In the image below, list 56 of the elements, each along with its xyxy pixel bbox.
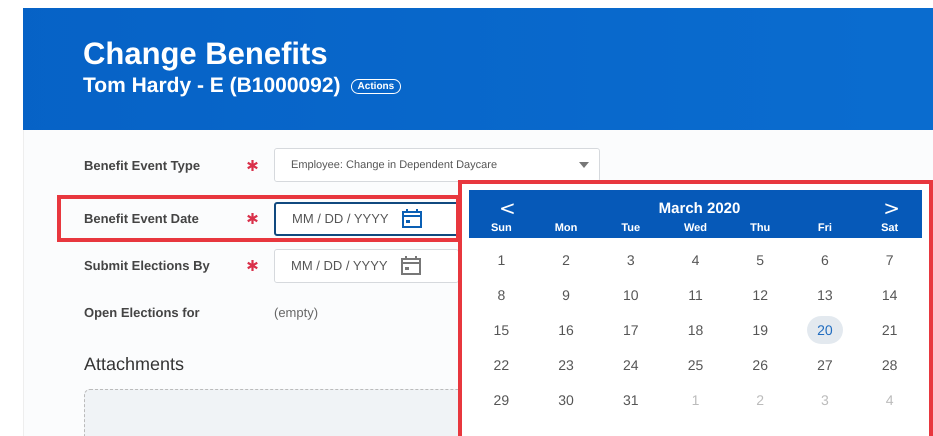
calendar-day[interactable]: 8 xyxy=(483,280,520,308)
previous-month-button[interactable]: < xyxy=(499,196,516,220)
calendar-day[interactable]: 5 xyxy=(742,246,778,274)
section-title: Attachments xyxy=(84,354,184,375)
weekday-label: Sat xyxy=(881,222,898,234)
calendar-day[interactable]: 18 xyxy=(677,316,714,344)
calendar-icon[interactable] xyxy=(400,256,422,276)
calendar-day[interactable]: 6 xyxy=(806,246,843,274)
weekday-label: Mon xyxy=(554,222,578,234)
calendar-day[interactable]: 17 xyxy=(612,316,649,344)
calendar-day[interactable]: 21 xyxy=(872,316,908,344)
calendar-day[interactable]: 31 xyxy=(612,386,649,414)
calendar-day[interactable]: 9 xyxy=(548,280,584,308)
field-value: (empty) xyxy=(274,305,318,320)
calendar-day[interactable]: 27 xyxy=(806,350,843,378)
field-label: Open Elections for xyxy=(84,305,201,320)
calendar-day[interactable]: 3 xyxy=(612,246,649,274)
calendar-day[interactable]: 29 xyxy=(483,386,520,414)
calendar-day[interactable]: 1 xyxy=(483,246,520,274)
select-field[interactable]: Employee: Change in Dependent Daycare xyxy=(274,148,600,182)
caret-icon xyxy=(579,162,589,168)
calendar-day[interactable]: 23 xyxy=(548,350,584,378)
calendar-day[interactable]: 2 xyxy=(548,246,584,274)
calendar-icon[interactable] xyxy=(400,208,423,228)
calendar-day[interactable]: 4 xyxy=(677,246,714,274)
weekday-label: Tue xyxy=(621,222,640,234)
month-title: March 2020 xyxy=(658,200,740,216)
employee-name: Tom Hardy - E (B1000092) xyxy=(83,74,341,98)
calendar-day[interactable]: 20 xyxy=(806,316,843,344)
calendar-day[interactable]: 30 xyxy=(548,386,584,414)
actions-button[interactable]: Actions xyxy=(350,78,402,94)
weekday-label: Fri xyxy=(818,222,832,234)
weekday-label: Thu xyxy=(750,222,770,234)
calendar-day[interactable]: 26 xyxy=(742,350,778,378)
calendar-day[interactable]: 22 xyxy=(483,350,520,378)
calendar-day[interactable]: 28 xyxy=(872,350,908,378)
calendar-day[interactable]: 25 xyxy=(677,350,714,378)
next-month-button[interactable]: > xyxy=(883,196,900,220)
field-label: Benefit Event Date xyxy=(84,211,200,226)
weekday-label: Sun xyxy=(490,222,512,234)
calendar-day[interactable]: 14 xyxy=(872,280,908,308)
calendar-day[interactable]: 11 xyxy=(677,280,714,308)
calendar-day[interactable]: 15 xyxy=(483,316,520,344)
date-field[interactable]: MM / DD / YYYY xyxy=(274,202,459,236)
field-label: Benefit Event Type xyxy=(84,158,202,172)
calendar-day[interactable]: 10 xyxy=(612,280,649,308)
calendar-day[interactable]: 7 xyxy=(872,246,908,274)
page-title: Change Benefits xyxy=(83,36,329,72)
calendar-day[interactable]: 16 xyxy=(548,316,584,344)
date-field[interactable]: MM / DD / YYYY xyxy=(274,248,459,282)
calendar-day[interactable]: 12 xyxy=(742,280,778,308)
calendar-day[interactable]: 19 xyxy=(742,316,778,344)
field-label: Submit Elections By xyxy=(84,258,211,273)
calendar-day[interactable]: 13 xyxy=(806,280,843,308)
calendar-day[interactable]: 24 xyxy=(612,350,649,378)
weekday-label: Wed xyxy=(684,222,707,234)
